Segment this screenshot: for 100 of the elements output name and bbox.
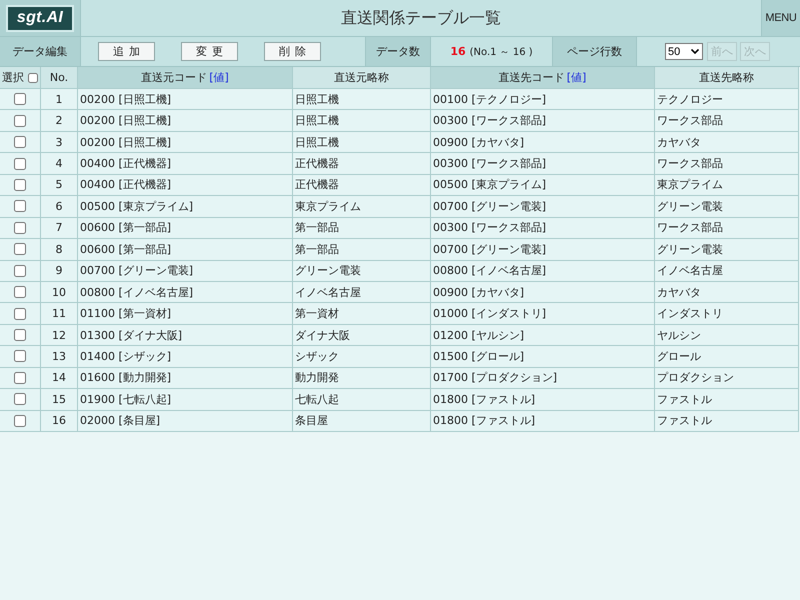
page-rows-select[interactable]: 50 — [665, 43, 703, 60]
row-number: 13 — [41, 346, 77, 367]
table-cell: 日照工機 — [293, 132, 430, 152]
record-count: 16 — [450, 45, 466, 58]
table-cell: 00900 [カヤバタ] — [431, 132, 654, 152]
select-all-checkbox[interactable] — [28, 72, 38, 82]
table-cell: グリーン電装 — [293, 260, 430, 281]
page-rows-label: ページ行数 — [553, 37, 636, 66]
row-number: 14 — [41, 368, 77, 388]
table-cell: ファストル — [655, 389, 798, 410]
table-cell: 00200 [日照工機] — [78, 132, 292, 152]
value-link[interactable]: [値] — [566, 70, 586, 85]
column-header: 直送先略称 — [655, 67, 798, 88]
row-checkbox[interactable] — [14, 200, 26, 212]
table-cell: 動力開発 — [293, 368, 430, 388]
table-cell: ヤルシン — [655, 324, 798, 346]
table-cell: 00300 [ワークス部品] — [431, 218, 654, 238]
table-cell: テクノロジー — [655, 89, 798, 110]
row-number: 9 — [41, 260, 77, 281]
table-cell: 00800 [イノベ名古屋] — [78, 282, 292, 302]
table-cell: 01200 [ヤルシン] — [431, 324, 654, 346]
logo: sgt.AI — [6, 4, 74, 32]
row-number: 11 — [41, 303, 77, 324]
action-button[interactable]: 変更 — [181, 42, 238, 61]
table-cell: 00400 [正代機器] — [78, 174, 292, 196]
table-cell: 01800 [ファストル] — [431, 410, 654, 431]
table-cell: グロール — [655, 346, 798, 367]
table-cell: 01100 [第一資材] — [78, 303, 292, 324]
row-number: 10 — [41, 282, 77, 302]
row-checkbox[interactable] — [14, 308, 26, 320]
row-number: 1 — [41, 89, 77, 110]
table-cell: 01600 [動力開発] — [78, 368, 292, 388]
row-checkbox[interactable] — [14, 393, 26, 406]
table-cell: 東京プライム — [293, 196, 430, 217]
table-cell: 第一部品 — [293, 239, 430, 260]
table-cell: 00900 [カヤバタ] — [431, 282, 654, 302]
table-cell: 正代機器 — [293, 153, 430, 174]
action-button[interactable]: 追加 — [98, 42, 155, 61]
record-range: (No.1 ～ 16 ) — [470, 46, 533, 58]
table-cell: 01500 [グロール] — [431, 346, 654, 367]
table-cell: イノベ名古屋 — [655, 260, 798, 281]
table-cell: 東京プライム — [655, 174, 798, 196]
column-header: No. — [41, 67, 77, 88]
column-header: 直送元略称 — [293, 67, 430, 88]
column-label: 直送元コード — [141, 70, 208, 85]
table-cell: 01400 [シザック] — [78, 346, 292, 367]
row-checkbox[interactable] — [14, 222, 26, 234]
row-checkbox[interactable] — [14, 114, 26, 127]
table-cell: 00300 [ワークス部品] — [431, 153, 654, 174]
column-label: 選択 — [2, 70, 24, 85]
table-cell: 00100 [テクノロジー] — [431, 89, 654, 110]
row-checkbox[interactable] — [14, 414, 26, 427]
table-cell: 01900 [七転八起] — [78, 389, 292, 410]
table-cell: 正代機器 — [293, 174, 430, 196]
table-cell: 00500 [東京プライム] — [78, 196, 292, 217]
page-title: 直送関係テーブル一覧 — [81, 0, 761, 36]
row-number: 8 — [41, 239, 77, 260]
row-number: 15 — [41, 389, 77, 410]
table-cell: グリーン電装 — [655, 239, 798, 260]
row-checkbox[interactable] — [14, 158, 26, 170]
table-cell: グリーン電装 — [655, 196, 798, 217]
table-cell: カヤバタ — [655, 132, 798, 152]
menu-button[interactable]: MENU — [762, 0, 800, 36]
row-number: 3 — [41, 132, 77, 152]
row-number: 6 — [41, 196, 77, 217]
table-cell: 00500 [東京プライム] — [431, 174, 654, 196]
table-cell: カヤバタ — [655, 282, 798, 302]
count-label: データ数 — [366, 37, 430, 66]
table-cell: 日照工機 — [293, 110, 430, 131]
caret-icon — [691, 49, 699, 54]
action-button[interactable]: 削除 — [264, 42, 321, 61]
row-checkbox[interactable] — [14, 136, 26, 148]
row-checkbox[interactable] — [14, 178, 26, 191]
row-checkbox[interactable] — [14, 350, 26, 362]
table-cell: 01300 [ダイナ大阪] — [78, 324, 292, 346]
row-checkbox[interactable] — [14, 243, 26, 256]
row-number: 7 — [41, 218, 77, 238]
row-checkbox[interactable] — [14, 286, 26, 298]
table-cell: ファストル — [655, 410, 798, 431]
row-number: 16 — [41, 410, 77, 431]
table-cell: 七転八起 — [293, 389, 430, 410]
row-number: 5 — [41, 174, 77, 196]
row-number: 4 — [41, 153, 77, 174]
table-cell: 00600 [第一部品] — [78, 239, 292, 260]
table-cell: 00200 [日照工機] — [78, 110, 292, 131]
row-number: 12 — [41, 324, 77, 346]
row-checkbox[interactable] — [14, 93, 26, 106]
table-cell: インダストリ — [655, 303, 798, 324]
table-cell: 00700 [グリーン電装] — [431, 239, 654, 260]
row-checkbox[interactable] — [14, 372, 26, 384]
table-cell: ダイナ大阪 — [293, 324, 430, 346]
table-cell: 02000 [条目屋] — [78, 410, 292, 431]
column-label: 直送先コード — [498, 70, 565, 85]
table-cell: 日照工機 — [293, 89, 430, 110]
row-checkbox[interactable] — [14, 264, 26, 277]
table-cell: イノベ名古屋 — [293, 282, 430, 302]
table-cell: シザック — [293, 346, 430, 367]
row-checkbox[interactable] — [14, 329, 26, 342]
value-link[interactable]: [値] — [209, 70, 229, 85]
table-cell: 01700 [プロダクション] — [431, 368, 654, 388]
